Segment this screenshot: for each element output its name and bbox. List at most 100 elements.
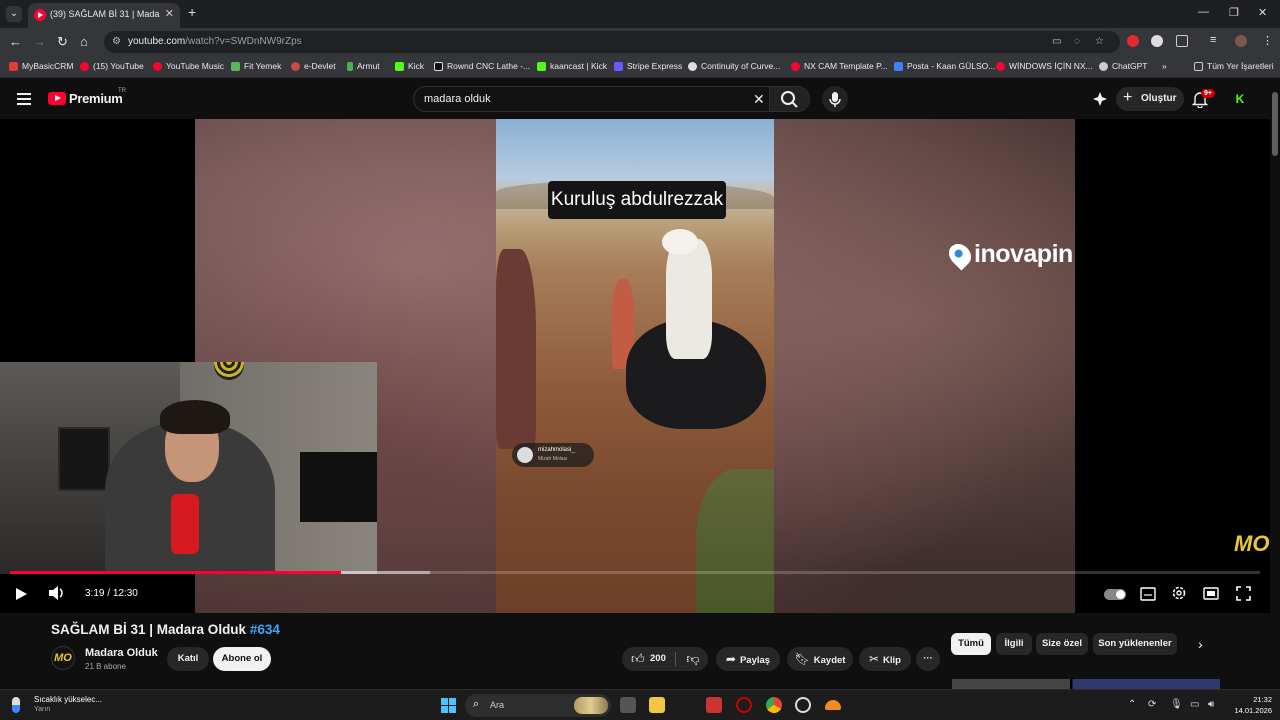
all-bookmarks-folder[interactable]: Tüm Yer İşaretleri (1194, 61, 1274, 71)
cloud-app-icon[interactable] (825, 700, 841, 710)
obs-icon[interactable] (795, 697, 811, 713)
play-icon[interactable] (16, 588, 27, 600)
page-scrollbar[interactable] (1270, 79, 1280, 689)
volume-icon[interactable] (48, 585, 66, 601)
bookmark-item[interactable]: NX CAM Template P... (791, 61, 888, 71)
speaker-icon[interactable]: 🔊︎ (1208, 699, 1214, 710)
chips-next-arrow-icon[interactable]: › (1198, 636, 1203, 652)
bookmark-item[interactable]: Fit Yemek (231, 61, 281, 71)
snipping-tool-icon[interactable] (706, 697, 722, 713)
thermometer-icon[interactable] (12, 697, 20, 713)
extension-circle-icon[interactable] (1151, 35, 1163, 47)
reload-icon[interactable]: ↻ (57, 34, 68, 50)
tab-close-icon[interactable]: ✕ (165, 7, 174, 20)
cast-icon[interactable]: ▭ (1052, 36, 1061, 47)
chip-for-you[interactable]: Size özel (1036, 633, 1088, 655)
file-explorer-icon[interactable] (649, 697, 665, 713)
channel-watermark[interactable]: MO (1234, 531, 1269, 557)
site-info-icon[interactable]: ⚙ (112, 36, 121, 47)
search-input[interactable]: madara olduk (424, 93, 491, 105)
settings-gear-icon[interactable] (1171, 585, 1187, 601)
guide-menu-icon[interactable] (17, 93, 31, 105)
share-button[interactable]: ➦ Paylaş (716, 647, 780, 671)
video-hashtag[interactable]: #634 (250, 622, 280, 637)
extensions-puzzle-icon[interactable] (1176, 35, 1188, 47)
channel-name[interactable]: Madara Olduk (85, 647, 158, 659)
profile-avatar-icon[interactable] (1235, 35, 1247, 47)
account-avatar[interactable]: K (1231, 90, 1249, 108)
sync-icon[interactable]: ⟳ (1148, 699, 1156, 710)
display-icon[interactable]: ▭ (1190, 699, 1199, 710)
bookmark-item[interactable]: Posta - Kaan GÜLSO... (894, 61, 995, 71)
tray-mic-icon[interactable]: 🎙︎ (1170, 699, 1183, 710)
home-icon[interactable]: ⌂ (80, 34, 88, 49)
system-clock[interactable]: 21:32 14.01.2026 (1228, 694, 1272, 716)
weather-title[interactable]: Sıcaklık yükselec... (34, 695, 102, 704)
new-tab-icon[interactable]: + (188, 4, 196, 20)
bookmark-item[interactable]: Kick (395, 61, 424, 71)
more-actions-button[interactable]: ··· (916, 647, 940, 671)
bookmark-item[interactable]: Rownd CNC Lathe -... (434, 61, 530, 71)
fullscreen-icon[interactable] (1236, 586, 1251, 601)
bookmark-item[interactable]: (15) YouTube (80, 61, 144, 71)
youtube-logo-icon[interactable] (48, 92, 66, 105)
reading-list-icon[interactable]: ≡ (1210, 34, 1216, 46)
autoplay-toggle[interactable] (1104, 589, 1126, 600)
task-view-icon[interactable] (620, 697, 636, 713)
instagram-tag: mizahmolasi_ Mizah Molası (512, 443, 594, 467)
youtube-logo-text[interactable]: Premium (69, 91, 123, 106)
tray-chevron-icon[interactable]: ⌃ (1128, 699, 1136, 710)
chip-related[interactable]: İlgili (996, 633, 1032, 655)
bookmark-item[interactable]: e-Devlet (291, 61, 336, 71)
search-button[interactable] (769, 87, 809, 111)
related-thumbnails-peek[interactable] (952, 679, 1220, 689)
ig-avatar-icon (517, 447, 533, 463)
clip-button[interactable]: ✂ Klip (859, 647, 911, 671)
bookmark-item[interactable]: WİNDOWS İÇİN NX... (996, 61, 1093, 71)
page-scrollbar-thumb[interactable] (1272, 92, 1278, 156)
more-bookmarks-icon[interactable]: » (1162, 61, 1167, 71)
chrome-icon[interactable] (766, 697, 782, 713)
sparkle-icon[interactable] (1092, 91, 1108, 107)
bookmark-item[interactable]: ChatGPT (1099, 61, 1147, 71)
browser-tab-active[interactable]: (39) SAĞLAM Bİ 31 | Madara Ol ✕ (28, 3, 180, 28)
save-button[interactable]: 🔖︎ Kaydet (787, 647, 853, 671)
bookmark-item[interactable]: kaancast | Kick (537, 61, 607, 71)
thumbs-up-icon: 👍︎ (631, 651, 645, 666)
bookmark-star-icon[interactable]: ☆ (1095, 36, 1104, 47)
search-icon: ⌕ (473, 698, 480, 710)
bookmark-item[interactable]: MyBasicCRM (9, 61, 73, 71)
bookmark-item[interactable]: Stripe Express (614, 61, 682, 71)
join-button[interactable]: Katıl (167, 647, 209, 671)
forward-arrow-icon[interactable]: → (33, 34, 46, 49)
extension-red-icon[interactable] (1127, 35, 1139, 47)
chip-all[interactable]: Tümü (951, 633, 991, 655)
tab-search-icon[interactable]: ⌄ (6, 6, 22, 22)
like-button[interactable]: 👍︎ 200 (622, 647, 674, 671)
window-close-icon[interactable]: ✕ (1258, 6, 1267, 19)
taskbar-search[interactable]: ⌕ Ara (465, 694, 611, 717)
subscribe-button[interactable]: Abone ol (213, 647, 271, 671)
create-button[interactable]: + Oluştur (1116, 87, 1184, 111)
start-windows-icon[interactable] (441, 698, 456, 713)
minimize-icon[interactable]: — (1198, 6, 1209, 18)
address-bar[interactable]: ⚙ youtube.com/watch?v=SWDnNW9rZps ▭ ◌ ☆ (104, 31, 1120, 53)
voice-search-button[interactable] (822, 86, 848, 112)
bookmark-item[interactable]: Continuity of Curve... (688, 61, 780, 71)
opera-icon[interactable] (736, 697, 752, 713)
video-player[interactable]: Kuruluş abdulrezzak mizahmolasi_ Mizah M… (0, 119, 1270, 613)
restore-icon[interactable]: ❐ (1229, 6, 1239, 19)
dislike-button[interactable]: 👎︎ (678, 647, 708, 671)
eye-off-icon[interactable]: ◌ (1074, 36, 1080, 47)
subtitles-icon[interactable] (1140, 587, 1156, 601)
bookmark-icon: 🔖︎ (794, 652, 810, 666)
bookmark-item[interactable]: YouTube Music (153, 61, 224, 71)
search-box[interactable]: madara olduk ✕ (413, 86, 810, 112)
browser-menu-icon[interactable]: ⋮ (1262, 34, 1273, 47)
back-arrow-icon[interactable]: ← (9, 34, 22, 49)
clear-search-icon[interactable]: ✕ (753, 91, 765, 108)
bookmark-item[interactable]: Armut (347, 61, 380, 71)
theater-mode-icon[interactable] (1203, 587, 1219, 600)
chip-recently-uploaded[interactable]: Son yüklenenler (1093, 633, 1177, 655)
channel-avatar[interactable]: MO (51, 646, 75, 670)
